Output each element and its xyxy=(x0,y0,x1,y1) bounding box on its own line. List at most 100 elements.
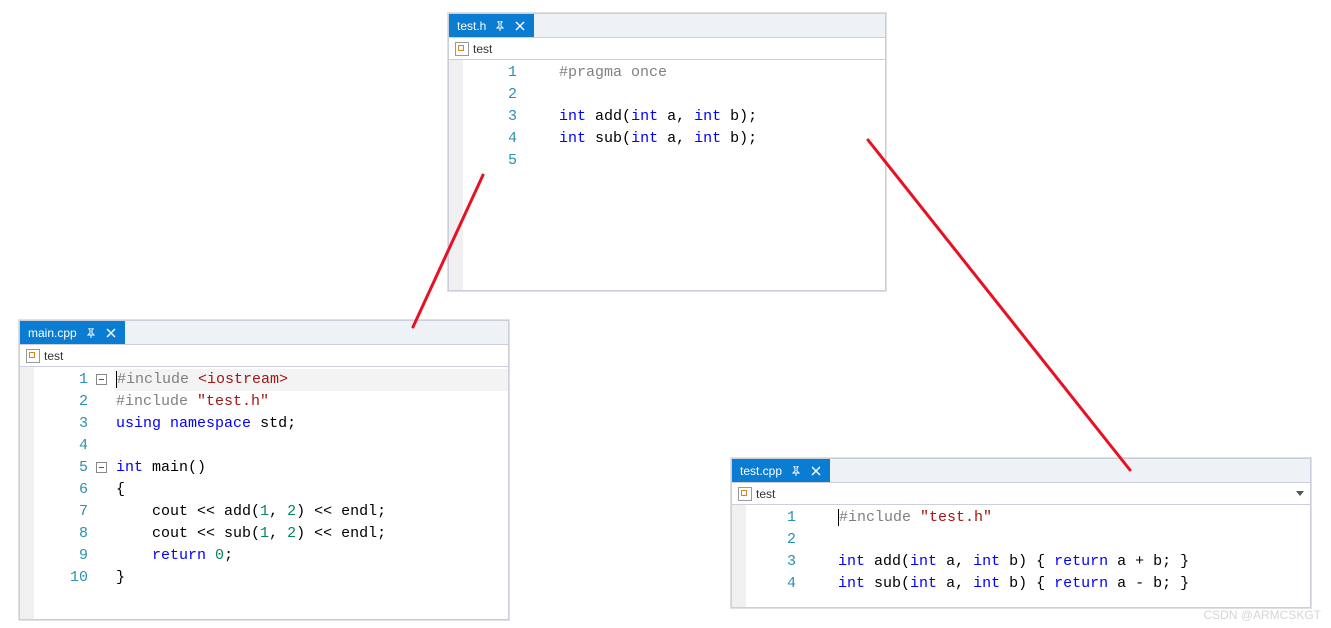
code-token: b); xyxy=(730,108,757,125)
code-token: { xyxy=(116,481,125,498)
editor-testh: test.h test 1 2 3 4 5 #pragma once int a… xyxy=(448,13,886,291)
code-token: << sub( xyxy=(188,525,260,542)
context-bar[interactable]: test xyxy=(20,345,508,367)
tab-testh[interactable]: test.h xyxy=(449,14,534,37)
fold-toggle-icon[interactable] xyxy=(96,374,107,385)
editor-main: main.cpp test 1 2 3 4 5 6 7 8 9 10 xyxy=(19,320,509,620)
code-token: cout xyxy=(152,525,188,542)
code-token: , xyxy=(269,503,287,520)
context-bar[interactable]: test xyxy=(449,38,885,60)
code-token: #include xyxy=(117,371,198,388)
code-token: sub xyxy=(595,130,622,147)
code-token: b) { xyxy=(1000,575,1054,592)
code-token: "test.h" xyxy=(197,393,269,410)
line-number: 9 xyxy=(79,545,88,567)
line-number: 1 xyxy=(508,62,517,84)
code-token: 1 xyxy=(260,525,269,542)
code-token: 2 xyxy=(287,525,296,542)
tab-testcpp[interactable]: test.cpp xyxy=(732,459,830,482)
code-token: int xyxy=(973,575,1000,592)
line-number: 4 xyxy=(508,128,517,150)
tab-bar: test.cpp xyxy=(732,459,1310,483)
code-token: main() xyxy=(152,459,206,476)
line-number: 5 xyxy=(508,150,517,172)
code-token: ( xyxy=(622,108,631,125)
code-lines[interactable]: #include "test.h" int add(int a, int b) … xyxy=(832,505,1310,607)
line-number: 6 xyxy=(79,479,88,501)
watermark: CSDN @ARMCSKGT xyxy=(1203,608,1321,622)
code-token: 1 xyxy=(260,503,269,520)
line-number: 4 xyxy=(79,435,88,457)
code-token: a - b; } xyxy=(1108,575,1189,592)
pin-icon[interactable] xyxy=(85,327,97,339)
code-token: int xyxy=(694,108,721,125)
fold-column xyxy=(523,60,553,290)
code-token: a, xyxy=(937,553,973,570)
code-token: int xyxy=(631,130,658,147)
code-token: int xyxy=(694,130,721,147)
code-token: int xyxy=(559,130,586,147)
code-lines[interactable]: #pragma once int add(int a, int b); int … xyxy=(553,60,885,290)
code-token: , xyxy=(269,525,287,542)
code-token: int xyxy=(838,553,865,570)
code-token: cout xyxy=(152,503,188,520)
code-area[interactable]: 1 2 3 4 5 6 7 8 9 10 #include <iostream>… xyxy=(20,367,508,619)
pin-icon[interactable] xyxy=(494,20,506,32)
code-token: 0 xyxy=(215,547,224,564)
close-icon[interactable] xyxy=(810,465,822,477)
fold-column xyxy=(94,367,110,619)
code-area[interactable]: 1 2 3 4 5 #pragma once int add(int a, in… xyxy=(449,60,885,290)
fold-column xyxy=(802,505,832,607)
project-icon xyxy=(738,487,752,501)
tab-label: test.cpp xyxy=(740,464,782,478)
code-area[interactable]: 1 2 3 4 #include "test.h" int add(int a,… xyxy=(732,505,1310,607)
context-label: test xyxy=(44,349,63,363)
code-token: #include xyxy=(839,509,920,526)
code-token: } xyxy=(116,569,125,586)
fold-toggle-icon[interactable] xyxy=(96,462,107,473)
code-token: add( xyxy=(874,553,910,570)
tab-bar: test.h xyxy=(449,14,885,38)
code-token: return xyxy=(1054,553,1108,570)
context-label: test xyxy=(756,487,775,501)
pin-icon[interactable] xyxy=(790,465,802,477)
close-icon[interactable] xyxy=(514,20,526,32)
close-icon[interactable] xyxy=(105,327,117,339)
code-token: a, xyxy=(667,108,694,125)
code-token: std; xyxy=(260,415,296,432)
code-token: int xyxy=(116,459,143,476)
code-token: a, xyxy=(667,130,694,147)
code-token: int xyxy=(910,575,937,592)
project-icon xyxy=(455,42,469,56)
project-icon xyxy=(26,349,40,363)
code-token: ( xyxy=(622,130,631,147)
line-number: 3 xyxy=(508,106,517,128)
line-number: 2 xyxy=(508,84,517,106)
code-token: a, xyxy=(937,575,973,592)
code-token: add xyxy=(595,108,622,125)
tab-bar: main.cpp xyxy=(20,321,508,345)
code-token: return xyxy=(152,547,206,564)
code-token: a + b; } xyxy=(1108,553,1189,570)
editor-testcpp: test.cpp test 1 2 3 4 #include "test.h" … xyxy=(731,458,1311,608)
code-token: ; xyxy=(224,547,233,564)
line-number: 7 xyxy=(79,501,88,523)
code-token: "test.h" xyxy=(920,509,992,526)
line-gutter: 1 2 3 4 5 6 7 8 9 10 xyxy=(34,367,94,619)
code-token: <iostream> xyxy=(198,371,288,388)
tab-main[interactable]: main.cpp xyxy=(20,321,125,344)
code-token: #include xyxy=(116,393,197,410)
code-token: b) { xyxy=(1000,553,1054,570)
code-token: #pragma once xyxy=(559,64,667,81)
code-lines[interactable]: #include <iostream> #include "test.h" us… xyxy=(110,367,508,619)
line-number: 4 xyxy=(787,573,796,595)
code-token: int xyxy=(910,553,937,570)
context-bar[interactable]: test xyxy=(732,483,1310,505)
code-token: 2 xyxy=(287,503,296,520)
tab-label: test.h xyxy=(457,19,486,33)
line-number: 1 xyxy=(79,369,88,391)
code-token: sub( xyxy=(874,575,910,592)
code-token: int xyxy=(559,108,586,125)
chevron-down-icon[interactable] xyxy=(1296,491,1304,496)
code-token: int xyxy=(631,108,658,125)
